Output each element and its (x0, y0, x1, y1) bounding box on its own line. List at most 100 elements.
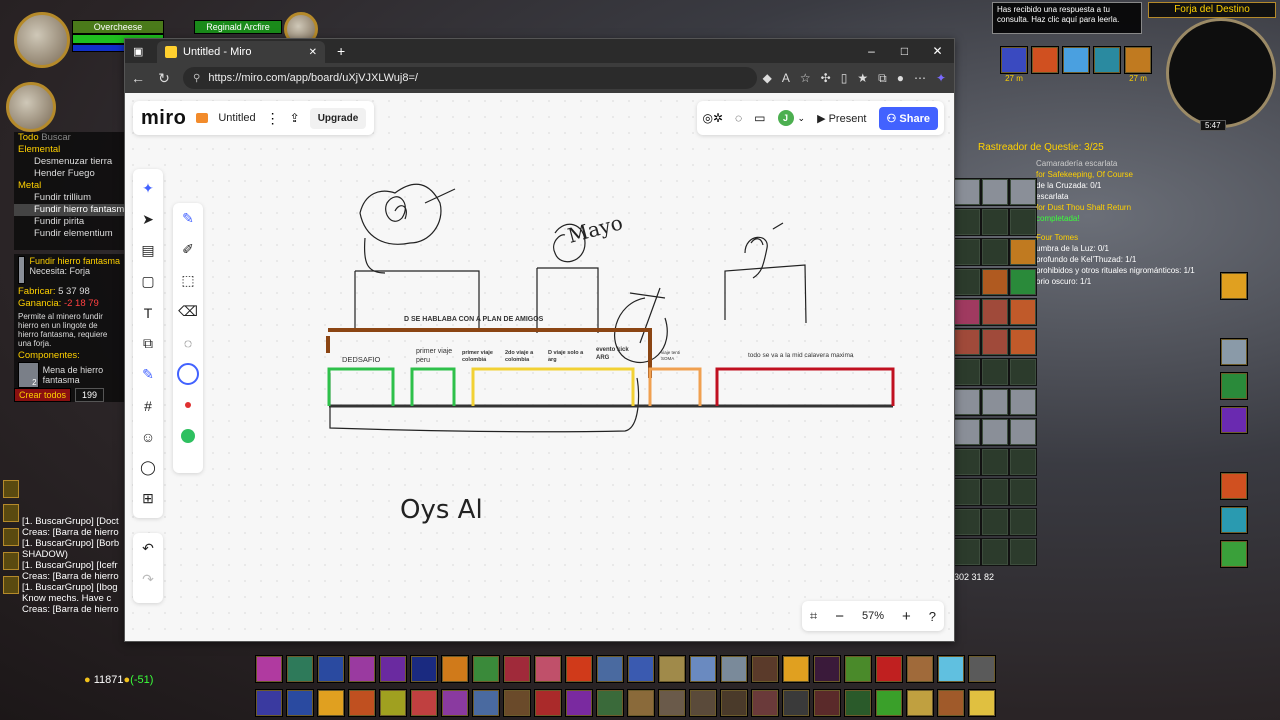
bag-slot[interactable] (953, 478, 981, 506)
bag-slot[interactable] (1009, 298, 1037, 326)
recipe-item[interactable]: Hender Fuego (14, 168, 124, 180)
bag-slot[interactable] (953, 448, 981, 476)
maximize-button[interactable]: □ (888, 44, 921, 58)
action-slot[interactable] (441, 655, 469, 683)
bag-slot[interactable] (1009, 268, 1037, 296)
copilot-icon[interactable]: ✦ (936, 71, 946, 86)
recipe-item[interactable]: Desmenuzar tierra (14, 156, 124, 168)
action-slot[interactable] (937, 655, 965, 683)
bag-slot[interactable] (1009, 208, 1037, 236)
timeline-label[interactable]: viaje tenti SOMA (661, 350, 691, 362)
action-slot[interactable] (503, 689, 531, 717)
action-slot[interactable] (751, 689, 779, 717)
action-slot[interactable] (596, 655, 624, 683)
action-slot[interactable] (751, 655, 779, 683)
recipe-item[interactable]: Fundir trillium (14, 192, 124, 204)
minimize-button[interactable]: – (855, 44, 888, 58)
action-slot[interactable] (844, 689, 872, 717)
tab-close-icon[interactable]: ✕ (309, 47, 317, 58)
address-input[interactable]: ⚲ https://miro.com/app/board/uXjVJXLWuj8… (183, 67, 757, 89)
board-canvas[interactable]: Mayo Oys Al (125, 93, 954, 641)
quest-tracker[interactable]: Rastreador de Questie: 3/25 (978, 142, 1188, 153)
action-slot[interactable] (410, 689, 438, 717)
bag-slot[interactable] (1009, 448, 1037, 476)
action-slot[interactable] (875, 655, 903, 683)
tradeskill-filter[interactable]: Todo Buscar (14, 132, 124, 144)
profile-avatar-icon[interactable]: ● (897, 71, 904, 86)
action-slot[interactable] (1220, 338, 1248, 366)
bag-slot[interactable] (953, 178, 981, 206)
action-slot[interactable] (627, 689, 655, 717)
site-info-icon[interactable]: ⚲ (193, 73, 200, 84)
action-slot[interactable] (627, 655, 655, 683)
action-slot[interactable] (813, 655, 841, 683)
action-slot[interactable] (1220, 372, 1248, 400)
bag-slot[interactable] (981, 358, 1009, 386)
bag-slot[interactable] (981, 328, 1009, 356)
bag-slot[interactable] (953, 358, 981, 386)
bag-slot[interactable] (1009, 178, 1037, 206)
bag-slot[interactable] (953, 328, 981, 356)
help-icon[interactable]: ? (929, 609, 936, 624)
sidebar-toggle-icon[interactable]: ▣ (133, 45, 143, 58)
bag-slot[interactable] (953, 268, 981, 296)
reload-icon[interactable]: ↻ (151, 70, 177, 87)
chat-button[interactable] (3, 552, 19, 570)
zoom-level[interactable]: 57% (862, 610, 884, 622)
bag-slot[interactable] (981, 508, 1009, 536)
action-slot[interactable] (1220, 472, 1248, 500)
action-slot[interactable] (1220, 506, 1248, 534)
action-slot[interactable] (720, 655, 748, 683)
bag-slot[interactable] (953, 208, 981, 236)
action-slot[interactable] (906, 689, 934, 717)
buff-icon[interactable] (1000, 46, 1028, 74)
action-slot[interactable] (565, 689, 593, 717)
miro-board[interactable]: miro Untitled ⋮ ⇪ Upgrade ◎✲ ◌ ▭ J ⌄ ▶ P… (125, 93, 954, 641)
category-metal[interactable]: Metal (14, 180, 124, 192)
bag-slot[interactable] (953, 538, 981, 566)
action-slot[interactable] (379, 655, 407, 683)
action-slot[interactable] (968, 689, 996, 717)
bag-slot[interactable] (981, 388, 1009, 416)
timeline-label[interactable]: primer viaje colombia (462, 350, 502, 364)
minimap[interactable] (1166, 18, 1276, 128)
browser-tab[interactable]: Untitled - Miro ✕ (157, 41, 325, 63)
ore-icon[interactable]: 2 (18, 362, 39, 388)
action-slot[interactable] (534, 689, 562, 717)
zoom-in-button[interactable]: + (902, 608, 911, 625)
action-slot[interactable] (875, 689, 903, 717)
chat-button[interactable] (3, 576, 19, 594)
extensions-icon[interactable]: ✣ (821, 71, 831, 86)
bag-slot[interactable] (953, 418, 981, 446)
action-slot[interactable] (472, 655, 500, 683)
action-slot[interactable] (782, 655, 810, 683)
bag-slot[interactable] (981, 538, 1009, 566)
player-portrait[interactable] (14, 12, 70, 68)
action-slot[interactable] (317, 689, 345, 717)
action-slot[interactable] (937, 689, 965, 717)
action-slot[interactable] (906, 655, 934, 683)
chat-button[interactable] (3, 480, 19, 498)
timeline-label[interactable]: primer viaje peru (416, 347, 458, 365)
action-slot[interactable] (534, 655, 562, 683)
bag-slot[interactable] (953, 508, 981, 536)
bag-slot[interactable] (1009, 418, 1037, 446)
favorite-star-icon[interactable]: ☆ (800, 71, 811, 86)
action-slot[interactable] (503, 655, 531, 683)
chat-button[interactable] (3, 528, 19, 546)
bag-slot[interactable] (981, 478, 1009, 506)
split-screen-icon[interactable]: ▯ (841, 71, 848, 86)
action-slot[interactable] (472, 689, 500, 717)
bag-slot[interactable] (1009, 478, 1037, 506)
action-slot[interactable] (286, 689, 314, 717)
category-elemental[interactable]: Elemental (14, 144, 124, 156)
create-quantity-input[interactable]: 199 (75, 388, 105, 402)
action-slot[interactable] (782, 689, 810, 717)
fit-to-screen-icon[interactable]: ⌗ (810, 608, 817, 624)
action-slot[interactable] (658, 689, 686, 717)
buff-icon[interactable] (1031, 46, 1059, 74)
timeline-label[interactable]: 2do viaje a colombia (505, 350, 541, 364)
create-all-button[interactable]: Crear todos (14, 388, 72, 402)
more-menu-icon[interactable]: ⋯ (914, 71, 926, 86)
action-slot[interactable] (317, 655, 345, 683)
